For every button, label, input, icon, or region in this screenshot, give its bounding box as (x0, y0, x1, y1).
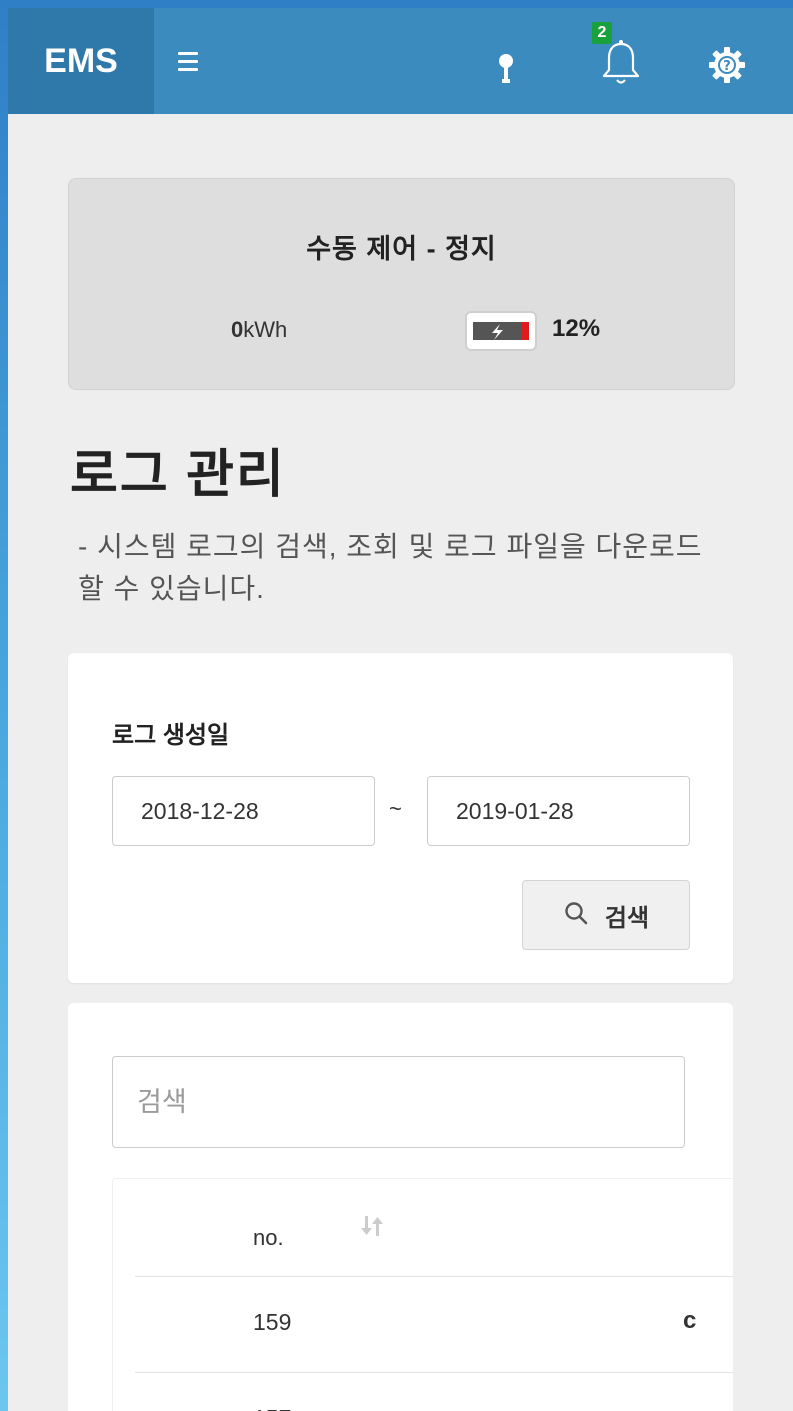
app-window: EMS 2 ? 수동 제어 - 정지 0kWh 12% 로그 관리 - 시스템 … (8, 8, 793, 1411)
log-filter-card: 로그 생성일 ~ 검색 (68, 653, 733, 983)
page-description: - 시스템 로그의 검색, 조회 및 로그 파일을 다운로드 할 수 있습니다. (78, 531, 703, 604)
battery-icon (465, 311, 537, 351)
svg-text:?: ? (723, 59, 731, 74)
sort-icon[interactable] (359, 1213, 385, 1239)
search-button-label: 검색 (604, 904, 650, 932)
operation-status-title: 수동 제어 - 정지 (306, 234, 497, 264)
column-header-no[interactable]: no. (253, 1225, 284, 1251)
row-truncated-cell: c (683, 1307, 697, 1334)
row-no: 157 (253, 1405, 291, 1411)
notification-count-badge: 2 (592, 22, 612, 44)
end-date-input[interactable] (427, 776, 690, 846)
table-header-row: no. (135, 1179, 733, 1277)
energy-readout: 0kWh (231, 317, 287, 343)
page-title: 로그 관리 (70, 446, 286, 504)
hamburger-menu-icon[interactable] (178, 46, 204, 76)
energy-value: 0 (231, 317, 244, 342)
log-table: no. 159 c 157 (112, 1178, 733, 1411)
start-date-input[interactable] (112, 776, 375, 846)
row-no: 159 (253, 1309, 292, 1335)
key-icon[interactable] (495, 52, 517, 86)
search-icon (563, 900, 589, 931)
date-range-separator: ~ (389, 796, 402, 821)
top-navbar: EMS 2 ? (8, 8, 793, 114)
table-row[interactable]: 159 c (135, 1277, 733, 1373)
operation-status-card: 수동 제어 - 정지 0kWh 12% (68, 178, 735, 390)
search-button[interactable]: 검색 (522, 880, 690, 950)
battery-percent: 12% (552, 315, 601, 342)
table-search-input[interactable] (112, 1056, 685, 1148)
brand-logo[interactable]: EMS (8, 8, 154, 114)
log-table-card: no. 159 c 157 (68, 1003, 733, 1411)
log-date-label: 로그 생성일 (112, 722, 230, 749)
gear-help-icon[interactable]: ? (708, 46, 746, 84)
table-row[interactable]: 157 (135, 1373, 733, 1411)
energy-unit: kWh (243, 317, 288, 342)
